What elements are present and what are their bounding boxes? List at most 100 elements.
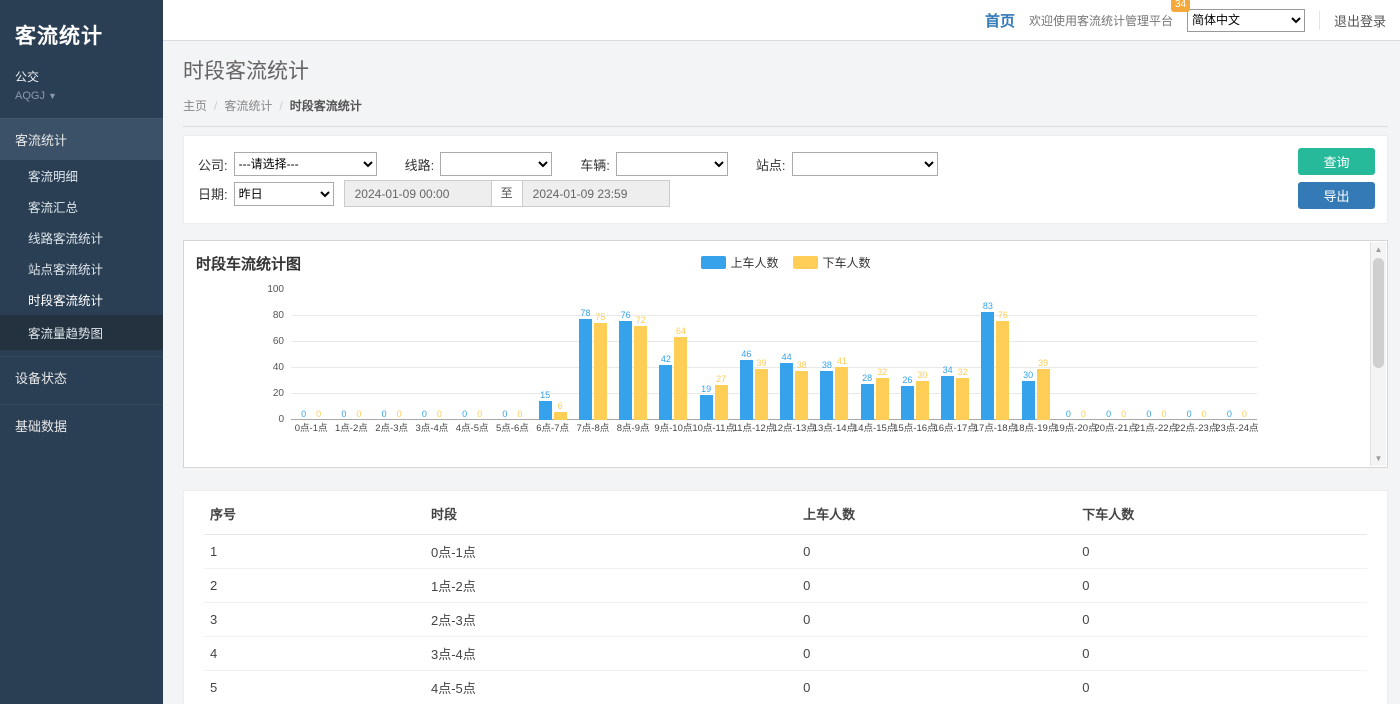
bar-value-label: 76 (621, 310, 631, 321)
bar-group: 001点-2点 (331, 290, 371, 438)
export-button[interactable]: 导出 (1298, 182, 1375, 209)
x-tick-label: 12点-13点 (772, 420, 815, 438)
bar-value-label: 19 (701, 384, 711, 395)
table-cell: 4 (204, 637, 425, 671)
y-tick-label: 40 (273, 363, 284, 373)
bar-group: 343216点-17点 (935, 290, 975, 438)
chart-area: 020406080100 000点-1点001点-2点002点-3点003点-4… (196, 290, 1357, 438)
line-select[interactable] (440, 152, 552, 176)
sidebar-item[interactable]: 线路客流统计 (0, 222, 163, 253)
bar-value-label: 0 (1202, 409, 1207, 420)
date-to-label: 至 (492, 180, 522, 207)
y-tick-label: 100 (267, 285, 284, 295)
y-tick-label: 20 (273, 389, 284, 399)
date-start-input[interactable] (344, 180, 492, 207)
bar-value-label: 0 (301, 409, 306, 420)
x-tick-label: 9点-10点 (654, 420, 692, 438)
company-select[interactable]: ---请选择--- (234, 152, 377, 176)
topbar: 首页 欢迎使用客流统计管理平台 34 简体中文 退出登录 (163, 0, 1400, 41)
scroll-down-arrow-icon[interactable]: ▼ (1371, 454, 1386, 463)
column-header: 上车人数 (797, 493, 1076, 535)
sidebar-section[interactable]: 客流统计 (0, 118, 163, 160)
notification-badge: 34 (1171, 0, 1190, 12)
bar-group: 192710点-11点 (694, 290, 734, 438)
sidebar-item[interactable]: 时段客流统计 (0, 284, 163, 315)
vehicle-select[interactable] (616, 152, 728, 176)
sidebar-submenu: 客流明细客流汇总线路客流统计站点客流统计时段客流统计客流量趋势图 (0, 160, 163, 350)
bar (715, 385, 728, 420)
chart-scrollbar[interactable]: ▲ ▼ (1370, 242, 1386, 466)
home-link[interactable]: 首页 (985, 10, 1015, 31)
bar-value-label: 0 (1066, 409, 1071, 420)
app-root: 客流统计 公交 AQGJ▼ 客流统计客流明细客流汇总线路客流统计站点客流统计时段… (0, 0, 1400, 704)
x-tick-label: 19点-20点 (1054, 420, 1097, 438)
table-row: 21点-2点00 (204, 569, 1367, 603)
bar-value-label: 38 (822, 360, 832, 371)
bar (674, 337, 687, 420)
table-cell: 2 (204, 569, 425, 603)
date-end-input[interactable] (522, 180, 670, 207)
legend-item[interactable]: 下车人数 (793, 254, 871, 271)
station-select[interactable] (792, 152, 938, 176)
bar (996, 321, 1009, 420)
sidebar-section[interactable]: 基础数据 (0, 404, 163, 446)
bar (619, 321, 632, 420)
bar-group: 005点-6点 (492, 290, 532, 438)
bar-group: 002点-3点 (372, 290, 412, 438)
x-tick-label: 17点-18点 (974, 420, 1017, 438)
table-cell: 2点-3点 (425, 603, 797, 637)
bar-value-label: 34 (943, 365, 953, 376)
sidebar-item[interactable]: 客流明细 (0, 160, 163, 191)
table-cell: 1点-2点 (425, 569, 797, 603)
bar-group: 303918点-19点 (1016, 290, 1056, 438)
bar-value-label: 46 (741, 349, 751, 360)
x-tick-label: 4点-5点 (456, 420, 489, 438)
breadcrumb-section[interactable]: 客流统计 (224, 99, 272, 113)
sidebar-item[interactable]: 客流汇总 (0, 191, 163, 222)
scrollbar-thumb[interactable] (1373, 258, 1384, 368)
table-cell: 3 (204, 603, 425, 637)
legend-swatch (793, 256, 818, 269)
language-wrap: 34 简体中文 (1187, 9, 1305, 32)
bar (554, 412, 567, 420)
breadcrumb-home[interactable]: 主页 (183, 99, 207, 113)
table-row: 32点-3点00 (204, 603, 1367, 637)
legend-item[interactable]: 上车人数 (700, 254, 778, 271)
bar-value-label: 30 (1023, 370, 1033, 381)
bar (579, 319, 592, 420)
scroll-up-arrow-icon[interactable]: ▲ (1371, 245, 1386, 254)
bar-value-label: 0 (462, 409, 467, 420)
main-area: 首页 欢迎使用客流统计管理平台 34 简体中文 退出登录 时段客流统计 主页 / 客… (163, 0, 1400, 704)
bar-value-label: 83 (983, 301, 993, 312)
bar-value-label: 76 (998, 310, 1008, 321)
sidebar-item[interactable]: 客流量趋势图 (0, 315, 163, 350)
table-row: 54点-5点00 (204, 671, 1367, 704)
bar (1037, 369, 1050, 420)
bar-group: 0022点-23点 (1177, 290, 1217, 438)
logout-link[interactable]: 退出登录 (1319, 11, 1386, 30)
chart-plot: 000点-1点001点-2点002点-3点003点-4点004点-5点005点-… (291, 290, 1257, 438)
query-button[interactable]: 查询 (1298, 148, 1375, 175)
table-cell: 0 (797, 671, 1076, 704)
language-select[interactable]: 简体中文 (1187, 9, 1305, 32)
x-tick-label: 6点-7点 (536, 420, 569, 438)
bar-group: 0023点-24点 (1217, 290, 1257, 438)
filter-panel: 公司: ---请选择--- 线路: 车辆: 站点: (183, 135, 1388, 224)
org-selector[interactable]: AQGJ▼ (15, 90, 148, 102)
sidebar-menu: 客流统计客流明细客流汇总线路客流统计站点客流统计时段客流统计客流量趋势图设备状态… (0, 118, 163, 446)
x-tick-label: 21点-22点 (1135, 420, 1178, 438)
sidebar-item[interactable]: 站点客流统计 (0, 253, 163, 284)
breadcrumb-separator: / (214, 99, 217, 113)
x-tick-label: 14点-15点 (853, 420, 896, 438)
bar-value-label: 6 (558, 401, 563, 412)
table-cell: 1 (204, 535, 425, 569)
bar-value-label: 27 (716, 374, 726, 385)
bar-value-label: 64 (676, 326, 686, 337)
bar-group: 0020点-21点 (1096, 290, 1136, 438)
bar-value-label: 38 (797, 360, 807, 371)
page-title: 时段客流统计 (183, 55, 1388, 85)
sidebar-section[interactable]: 设备状态 (0, 356, 163, 398)
x-tick-label: 5点-6点 (496, 420, 529, 438)
x-tick-label: 16点-17点 (933, 420, 976, 438)
date-preset-select[interactable]: 昨日 (234, 182, 334, 206)
